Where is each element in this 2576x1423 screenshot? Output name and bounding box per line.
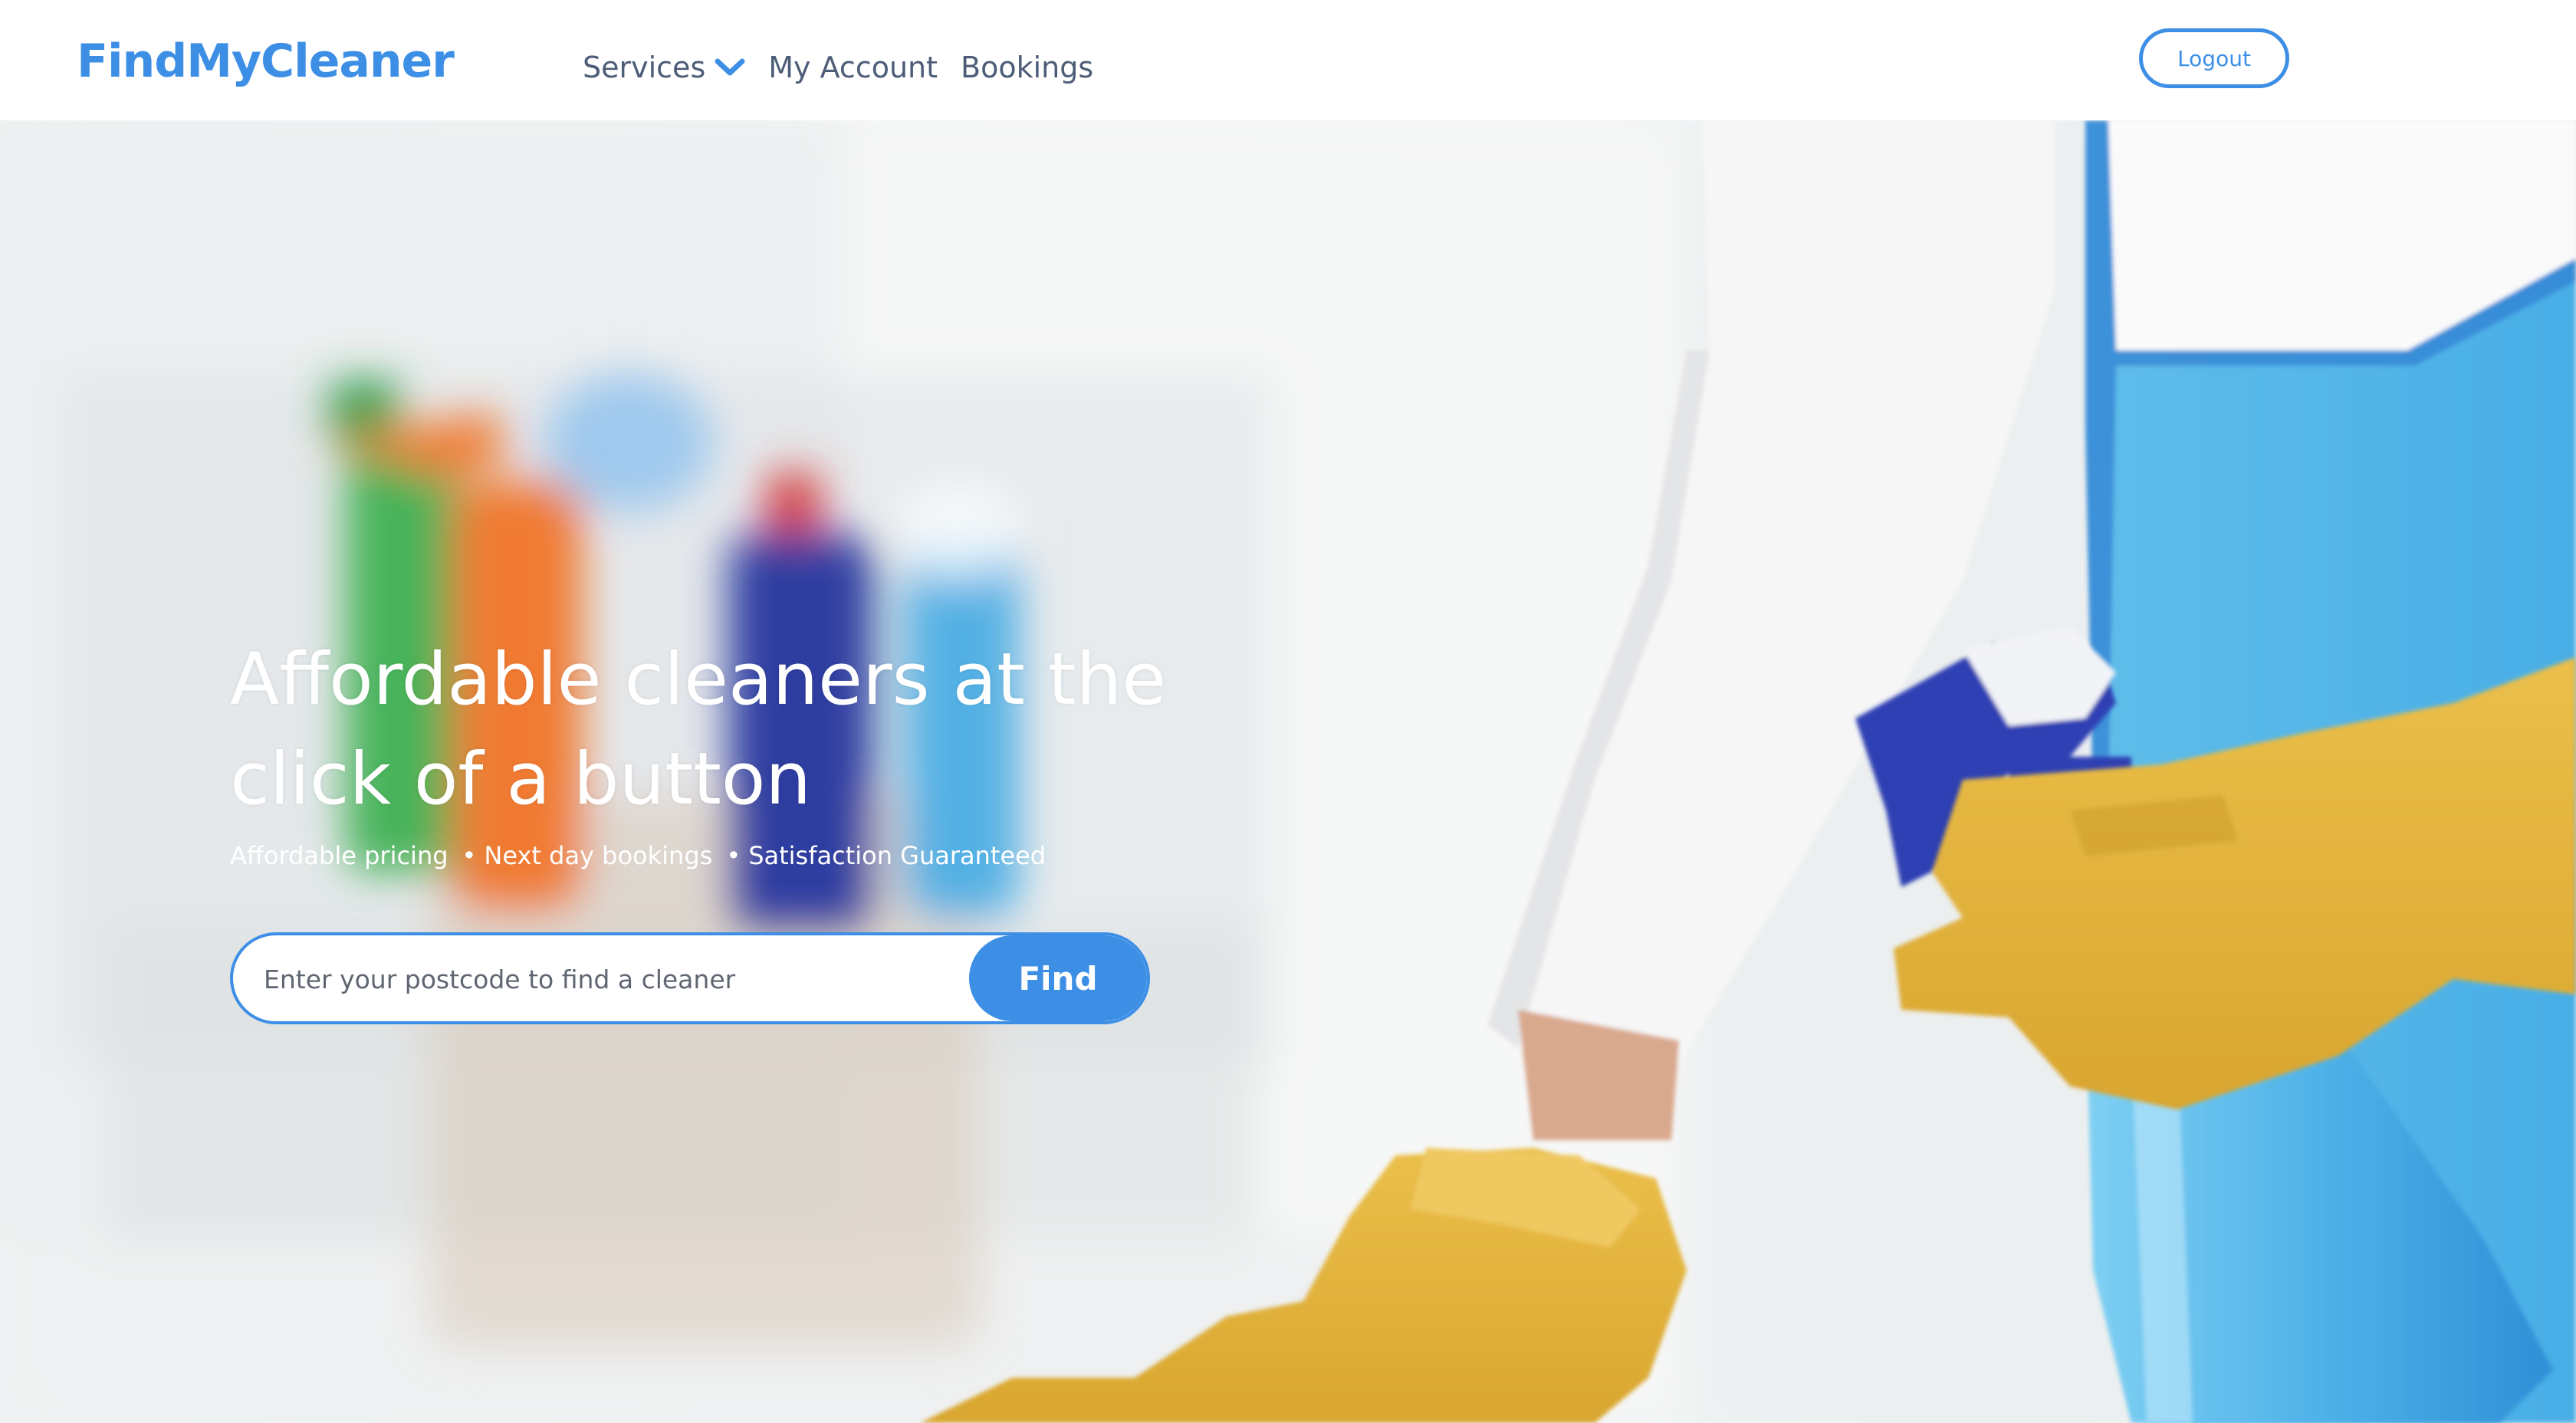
hero-section: Affordable cleaners at the click of a bu… (0, 120, 2576, 1423)
feature-separator: • (462, 841, 477, 870)
hero-title: Affordable cleaners at the click of a bu… (230, 638, 1167, 821)
nav-item-label: My Account (768, 51, 938, 84)
brand-logo[interactable]: FindMyCleaner (77, 31, 455, 92)
nav-item-services[interactable]: Services (583, 51, 745, 84)
top-navbar: FindMyCleaner Services My Account Bookin… (0, 0, 2576, 120)
logout-button[interactable]: Logout (2139, 28, 2289, 88)
nav-item-label: Bookings (961, 51, 1094, 84)
main-nav: Services My Account Bookings (583, 44, 1116, 90)
find-button[interactable]: Find (969, 935, 1147, 1021)
hero-features: Affordable pricing • Next day bookings •… (230, 841, 1060, 870)
postcode-search-form: Find (230, 932, 1150, 1024)
postcode-search-input[interactable] (262, 935, 955, 1021)
chevron-down-icon (715, 58, 745, 76)
nav-item-bookings[interactable]: Bookings (961, 51, 1093, 84)
feature-affordable-pricing: Affordable pricing (230, 841, 449, 870)
feature-satisfaction-guaranteed: Satisfaction Guaranteed (748, 841, 1046, 870)
nav-item-label: Services (583, 51, 706, 84)
feature-next-day-bookings: Next day bookings (484, 841, 713, 870)
feature-separator: • (726, 841, 741, 870)
nav-item-my-account[interactable]: My Account (768, 51, 938, 84)
